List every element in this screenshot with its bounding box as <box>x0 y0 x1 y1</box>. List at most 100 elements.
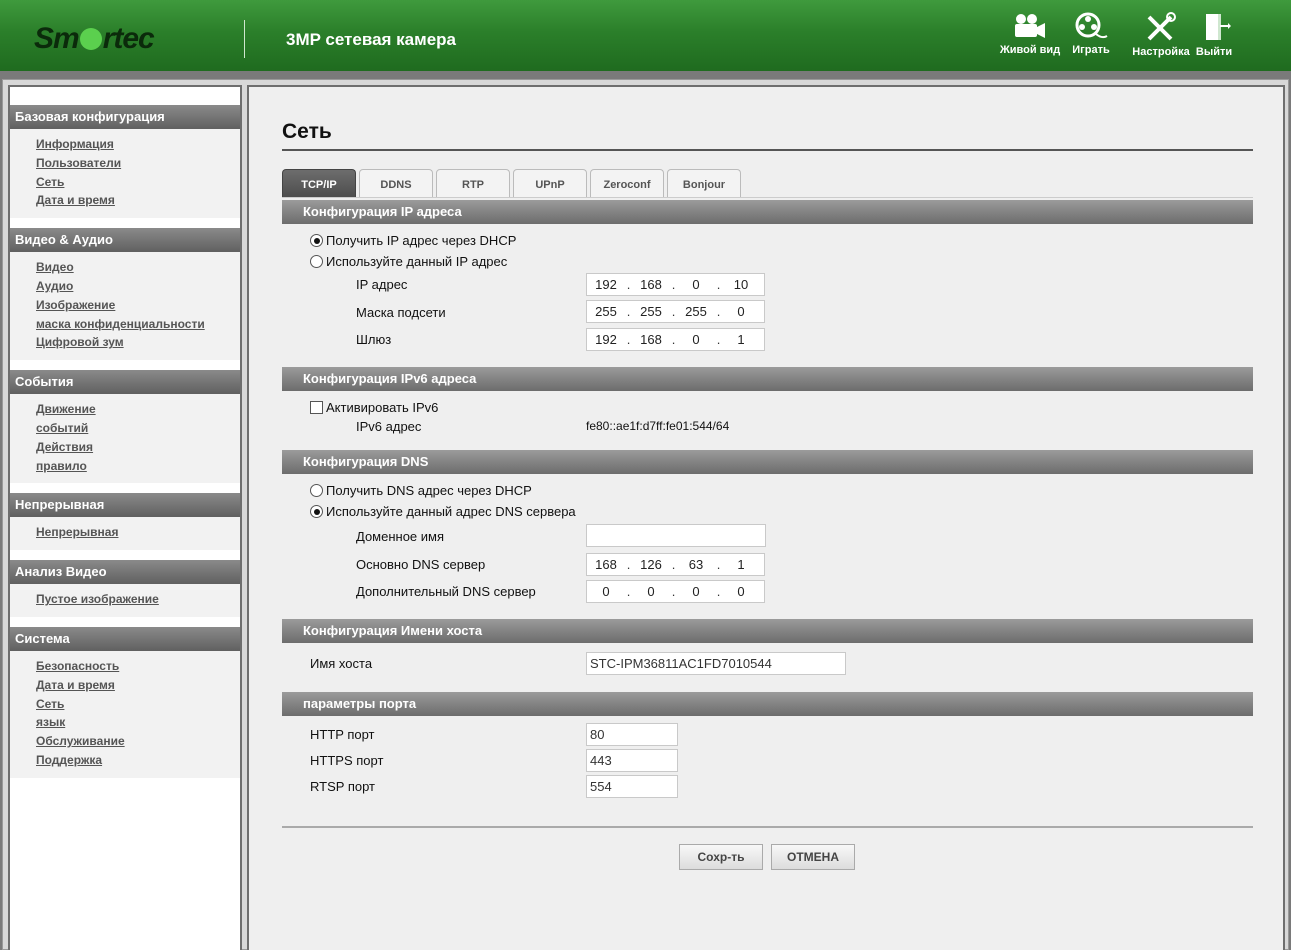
gw-octet-3[interactable]: 0 <box>677 332 715 347</box>
ip-octet-3[interactable]: 0 <box>677 277 715 292</box>
ip-dhcp-radio[interactable] <box>310 234 323 247</box>
nav-live-view[interactable]: Живой вид <box>997 12 1063 56</box>
sidebar-links-video-analysis: Пустое изображение <box>10 584 240 617</box>
sidebar-section-basic: Базовая конфигурация <box>10 105 240 129</box>
ip-octet-1[interactable]: 192 <box>587 277 625 292</box>
dns-static-radio[interactable] <box>310 505 323 518</box>
gw-octet-4[interactable]: 1 <box>722 332 760 347</box>
hostname-label: Имя хоста <box>310 656 373 671</box>
mask-octet-4[interactable]: 0 <box>722 304 760 319</box>
ip-octet-2[interactable]: 168 <box>632 277 670 292</box>
exit-door-icon <box>1206 14 1231 40</box>
sidebar-item-system-datetime[interactable]: Дата и время <box>36 676 240 695</box>
tools-icon <box>1147 12 1176 41</box>
rtsp-port-input[interactable]: 554 <box>586 775 678 798</box>
http-port-input[interactable]: 80 <box>586 723 678 746</box>
sidebar-item-motion[interactable]: Движение <box>36 400 240 419</box>
dns1-octet-4[interactable]: 1 <box>722 557 760 572</box>
nav-logout[interactable]: Выйти <box>1181 12 1247 58</box>
ipv6-enable-checkbox[interactable] <box>310 401 323 414</box>
sidebar-item-security[interactable]: Безопасность <box>36 657 240 676</box>
sidebar-item-blank-image[interactable]: Пустое изображение <box>36 590 240 609</box>
ip-static-option[interactable]: Используйте данный IP адрес <box>310 254 507 269</box>
tab-tcpip[interactable]: TCP/IP <box>282 169 356 198</box>
sidebar-item-privacy-mask[interactable]: маска конфиденциальности <box>36 315 240 334</box>
subnet-mask-label: Маска подсети <box>356 305 446 320</box>
secondary-dns-input[interactable]: 0. 0. 0. 0 <box>586 580 765 603</box>
tab-upnp[interactable]: UPnP <box>513 169 587 198</box>
dns-dhcp-radio[interactable] <box>310 484 323 497</box>
sidebar-item-audio[interactable]: Аудио <box>36 277 240 296</box>
dns2-octet-1[interactable]: 0 <box>587 584 625 599</box>
sidebar-item-actions[interactable]: Действия <box>36 438 240 457</box>
sidebar-item-network[interactable]: Сеть <box>36 173 240 192</box>
ipv6-enable-label: Активировать IPv6 <box>326 400 439 415</box>
sidebar-item-info[interactable]: Информация <box>36 135 240 154</box>
https-port-input[interactable]: 443 <box>586 749 678 772</box>
film-reel-icon <box>1075 12 1108 39</box>
ipv6-enable-option[interactable]: Активировать IPv6 <box>310 400 438 415</box>
rtsp-port-label: RTSP порт <box>310 779 375 794</box>
hostname-input[interactable]: STC-IPM36811AC1FD7010544 <box>586 652 846 675</box>
sidebar-item-users[interactable]: Пользователи <box>36 154 240 173</box>
section-hostname-config: Конфигурация Имени хоста <box>282 619 1253 643</box>
save-button[interactable]: Сохр-ть <box>679 844 763 870</box>
sidebar-item-video[interactable]: Видео <box>36 258 240 277</box>
sidebar-section-events: События <box>10 370 240 395</box>
sidebar-item-support[interactable]: Поддержка <box>36 751 240 770</box>
sidebar-item-rules[interactable]: правило <box>36 457 240 476</box>
section-dns-config: Конфигурация DNS <box>282 450 1253 474</box>
ip-address-label: IP адрес <box>356 277 408 292</box>
smartec-logo: Sm rtec <box>34 22 155 55</box>
dns-dhcp-option[interactable]: Получить DNS адрес через DHCP <box>310 483 532 498</box>
gateway-label: Шлюз <box>356 332 392 347</box>
dns1-octet-1[interactable]: 168 <box>587 557 625 572</box>
sidebar: Базовая конфигурация Информация Пользова… <box>8 85 242 950</box>
sidebar-item-maintenance[interactable]: Обслуживание <box>36 732 240 751</box>
nav-playback[interactable]: Играть <box>1058 12 1124 56</box>
domain-name-input[interactable] <box>586 524 766 547</box>
title-divider <box>282 149 1253 151</box>
ipv6-address-value: fe80::ae1f:d7ff:fe01:544/64 <box>586 419 730 433</box>
sidebar-item-events[interactable]: событий <box>36 419 240 438</box>
gw-octet-2[interactable]: 168 <box>632 332 670 347</box>
sidebar-links-basic: Информация Пользователи Сеть Дата и врем… <box>10 129 240 219</box>
sidebar-section-video-analysis: Анализ Видео <box>10 560 240 585</box>
dns2-octet-2[interactable]: 0 <box>632 584 670 599</box>
tab-rtp[interactable]: RTP <box>436 169 510 198</box>
mask-octet-2[interactable]: 255 <box>632 304 670 319</box>
sidebar-section-continuous: Непрерывная <box>10 493 240 518</box>
ip-address-input[interactable]: 192. 168. 0. 10 <box>586 273 765 296</box>
tab-bonjour[interactable]: Bonjour <box>667 169 741 198</box>
tab-ddns[interactable]: DDNS <box>359 169 433 198</box>
sidebar-links-continuous: Непрерывная <box>10 517 240 551</box>
dns-static-option[interactable]: Используйте данный адрес DNS сервера <box>310 504 576 519</box>
mask-octet-3[interactable]: 255 <box>677 304 715 319</box>
dns2-octet-4[interactable]: 0 <box>722 584 760 599</box>
ipv6-address-label: IPv6 адрес <box>356 419 422 434</box>
sidebar-item-digital-zoom[interactable]: Цифровой зум <box>36 333 240 352</box>
dns1-octet-3[interactable]: 63 <box>677 557 715 572</box>
tab-zeroconf[interactable]: Zeroconf <box>590 169 664 198</box>
ip-dhcp-option[interactable]: Получить IP адрес через DHCP <box>310 233 516 248</box>
sidebar-item-datetime[interactable]: Дата и время <box>36 191 240 210</box>
sidebar-item-language[interactable]: язык <box>36 713 240 732</box>
gateway-input[interactable]: 192. 168. 0. 1 <box>586 328 765 351</box>
nav-label: Живой вид <box>999 44 1061 56</box>
primary-dns-input[interactable]: 168. 126. 63. 1 <box>586 553 765 576</box>
sidebar-section-system: Система <box>10 626 240 651</box>
cancel-button[interactable]: ОТМЕНА <box>771 844 855 870</box>
sidebar-item-system-network[interactable]: Сеть <box>36 695 240 714</box>
dns2-octet-3[interactable]: 0 <box>677 584 715 599</box>
mask-octet-1[interactable]: 255 <box>587 304 625 319</box>
secondary-dns-label: Дополнительный DNS сервер <box>356 584 536 599</box>
ip-static-radio[interactable] <box>310 255 323 268</box>
subnet-mask-input[interactable]: 255. 255. 255. 0 <box>586 300 765 323</box>
footer-divider <box>282 826 1253 828</box>
sidebar-item-continuous[interactable]: Непрерывная <box>36 523 240 542</box>
sidebar-item-image[interactable]: Изображение <box>36 296 240 315</box>
ip-octet-4[interactable]: 10 <box>722 277 760 292</box>
header-divider <box>244 20 245 58</box>
dns1-octet-2[interactable]: 126 <box>632 557 670 572</box>
gw-octet-1[interactable]: 192 <box>587 332 625 347</box>
